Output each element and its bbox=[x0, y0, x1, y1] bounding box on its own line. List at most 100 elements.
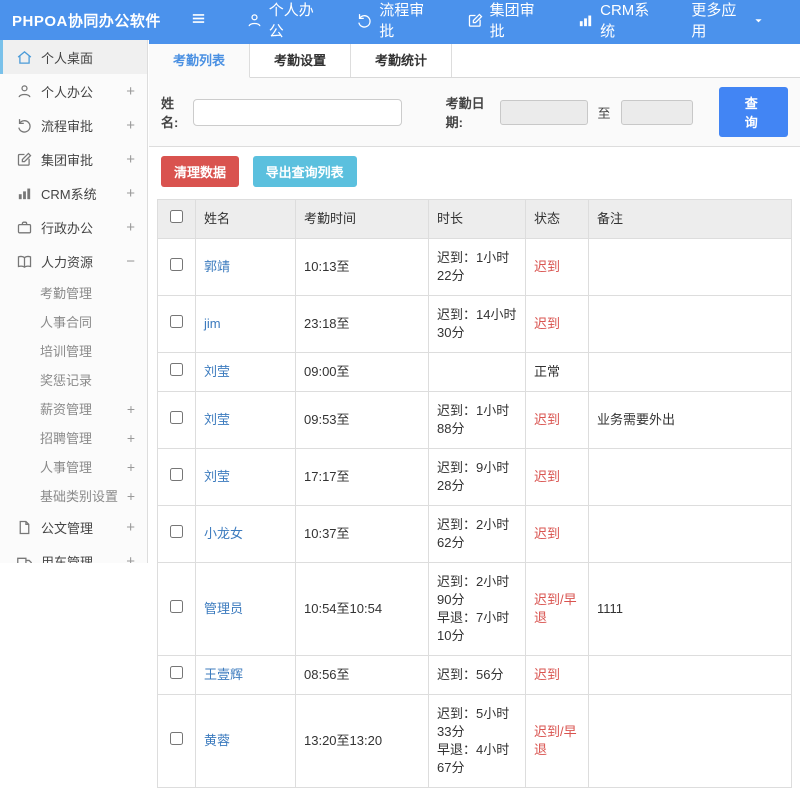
tab-考勤统计[interactable]: 考勤统计 bbox=[351, 44, 452, 77]
sidebar-item-label: 培训管理 bbox=[40, 341, 135, 360]
clean-data-button[interactable]: 清理数据 bbox=[161, 156, 239, 187]
row-checkbox[interactable] bbox=[170, 732, 183, 745]
expand-plus-icon[interactable]: + bbox=[127, 430, 135, 446]
duration-line: 迟到：9小时28分 bbox=[437, 459, 517, 495]
duration-cell: 迟到：14小时30分 bbox=[429, 296, 526, 353]
sidebar-item-CRM系统[interactable]: CRM系统+ bbox=[0, 176, 147, 210]
name-cell: 刘莹 bbox=[196, 353, 296, 392]
time-cell: 23:18至 bbox=[296, 296, 429, 353]
app-logo: PHPOA协同办公软件 bbox=[0, 10, 180, 31]
sidebar-item-奖惩记录[interactable]: 奖惩记录 bbox=[0, 365, 147, 394]
employee-name-link[interactable]: 刘莹 bbox=[204, 364, 230, 379]
status-cell: 迟到 bbox=[526, 656, 589, 695]
employee-name-link[interactable]: 王壹辉 bbox=[204, 667, 243, 682]
home-icon bbox=[16, 49, 33, 66]
remark-cell: 业务需要外出 bbox=[589, 392, 792, 449]
topnav-item-集团审批[interactable]: 集团审批 bbox=[467, 0, 543, 41]
sidebar-item-label: 用车管理 bbox=[41, 552, 126, 564]
row-checkbox[interactable] bbox=[170, 258, 183, 271]
expand-plus-icon[interactable]: + bbox=[127, 488, 135, 504]
tab-bar: 考勤列表考勤设置考勤统计 bbox=[149, 44, 800, 78]
row-checkbox[interactable] bbox=[170, 411, 183, 424]
row-checkbox[interactable] bbox=[170, 363, 183, 376]
employee-name-link[interactable]: 管理员 bbox=[204, 601, 243, 616]
date-to-input[interactable] bbox=[621, 100, 693, 125]
expand-plus-icon[interactable]: + bbox=[126, 117, 135, 134]
row-checkbox[interactable] bbox=[170, 525, 183, 538]
remark-cell bbox=[589, 506, 792, 563]
duration-line: 早退：4小时67分 bbox=[437, 741, 517, 777]
expand-plus-icon[interactable]: + bbox=[126, 151, 135, 168]
time-cell: 09:53至 bbox=[296, 392, 429, 449]
sidebar-item-基础类别设置[interactable]: 基础类别设置+ bbox=[0, 481, 147, 510]
sidebar-item-个人桌面[interactable]: 个人桌面 bbox=[0, 40, 147, 74]
sidebar-item-label: 基础类别设置 bbox=[40, 486, 127, 505]
duration-cell: 迟到：9小时28分 bbox=[429, 449, 526, 506]
duration-line: 迟到：14小时30分 bbox=[437, 306, 517, 342]
expand-plus-icon[interactable]: + bbox=[127, 459, 135, 475]
expand-plus-icon[interactable]: + bbox=[126, 519, 135, 536]
sidebar-item-个人办公[interactable]: 个人办公+ bbox=[0, 74, 147, 108]
topnav-item-更多应用[interactable]: 更多应用 bbox=[691, 0, 766, 41]
employee-name-link[interactable]: 刘莹 bbox=[204, 469, 230, 484]
row-select-cell bbox=[158, 563, 196, 656]
sidebar-item-人力资源[interactable]: 人力资源− bbox=[0, 244, 147, 278]
expand-plus-icon[interactable]: + bbox=[126, 185, 135, 202]
search-button[interactable]: 查 询 bbox=[719, 87, 788, 137]
topnav-item-个人办公[interactable]: 个人办公 bbox=[246, 0, 322, 41]
export-list-button[interactable]: 导出查询列表 bbox=[253, 156, 357, 187]
row-checkbox[interactable] bbox=[170, 468, 183, 481]
select-all-checkbox[interactable] bbox=[170, 210, 183, 223]
filter-row: 姓名: 考勤日期: 至 查 询 bbox=[149, 78, 800, 147]
book-icon bbox=[16, 253, 33, 270]
sidebar-item-人事合同[interactable]: 人事合同 bbox=[0, 307, 147, 336]
sidebar-item-招聘管理[interactable]: 招聘管理+ bbox=[0, 423, 147, 452]
sidebar-item-集团审批[interactable]: 集团审批+ bbox=[0, 142, 147, 176]
sidebar-item-薪资管理[interactable]: 薪资管理+ bbox=[0, 394, 147, 423]
menu-toggle-button[interactable] bbox=[180, 10, 218, 30]
table-header-row: 姓名考勤时间时长状态备注 bbox=[158, 200, 792, 239]
table-row: 管理员10:54至10:54迟到：2小时90分早退：7小时10分迟到/早退111… bbox=[158, 563, 792, 656]
sidebar-item-人事管理[interactable]: 人事管理+ bbox=[0, 452, 147, 481]
tab-考勤设置[interactable]: 考勤设置 bbox=[250, 44, 351, 77]
column-header-姓名: 姓名 bbox=[196, 200, 296, 239]
employee-name-link[interactable]: 黄蓉 bbox=[204, 733, 230, 748]
sidebar-item-行政办公[interactable]: 行政办公+ bbox=[0, 210, 147, 244]
sidebar-item-label: 流程审批 bbox=[41, 116, 126, 135]
sidebar-item-label: 人事合同 bbox=[40, 312, 135, 331]
expand-plus-icon[interactable]: + bbox=[127, 401, 135, 417]
time-cell: 17:17至 bbox=[296, 449, 429, 506]
row-checkbox[interactable] bbox=[170, 600, 183, 613]
actions-row: 清理数据 导出查询列表 bbox=[149, 147, 800, 197]
row-select-cell bbox=[158, 239, 196, 296]
sidebar-item-公文管理[interactable]: 公文管理+ bbox=[0, 510, 147, 544]
name-filter-input[interactable] bbox=[193, 99, 402, 126]
row-checkbox[interactable] bbox=[170, 666, 183, 679]
employee-name-link[interactable]: 郭靖 bbox=[204, 259, 230, 274]
tab-考勤列表[interactable]: 考勤列表 bbox=[149, 44, 250, 78]
employee-name-link[interactable]: 刘莹 bbox=[204, 412, 230, 427]
name-cell: jim bbox=[196, 296, 296, 353]
name-cell: 黄蓉 bbox=[196, 695, 296, 788]
row-checkbox[interactable] bbox=[170, 315, 183, 328]
sidebar: 个人桌面个人办公+流程审批+集团审批+CRM系统+行政办公+人力资源−考勤管理人… bbox=[0, 40, 148, 563]
name-cell: 刘莹 bbox=[196, 449, 296, 506]
topnav-item-CRM系统[interactable]: CRM系统 bbox=[577, 0, 657, 41]
employee-name-link[interactable]: 小龙女 bbox=[204, 526, 243, 541]
sidebar-item-label: 人力资源 bbox=[41, 252, 126, 271]
collapse-minus-icon[interactable]: − bbox=[126, 253, 135, 270]
time-cell: 10:13至 bbox=[296, 239, 429, 296]
sidebar-item-培训管理[interactable]: 培训管理 bbox=[0, 336, 147, 365]
sidebar-item-流程审批[interactable]: 流程审批+ bbox=[0, 108, 147, 142]
employee-name-link[interactable]: jim bbox=[204, 316, 221, 331]
expand-plus-icon[interactable]: + bbox=[126, 83, 135, 100]
sidebar-item-考勤管理[interactable]: 考勤管理 bbox=[0, 278, 147, 307]
expand-plus-icon[interactable]: + bbox=[126, 219, 135, 236]
sidebar-item-label: 奖惩记录 bbox=[40, 370, 135, 389]
topnav-item-流程审批[interactable]: 流程审批 bbox=[356, 0, 432, 41]
expand-plus-icon[interactable]: + bbox=[126, 553, 135, 564]
topnav-item-label: CRM系统 bbox=[600, 0, 657, 41]
sidebar-item-用车管理[interactable]: 用车管理+ bbox=[0, 544, 147, 563]
name-cell: 刘莹 bbox=[196, 392, 296, 449]
date-from-input[interactable] bbox=[500, 100, 588, 125]
